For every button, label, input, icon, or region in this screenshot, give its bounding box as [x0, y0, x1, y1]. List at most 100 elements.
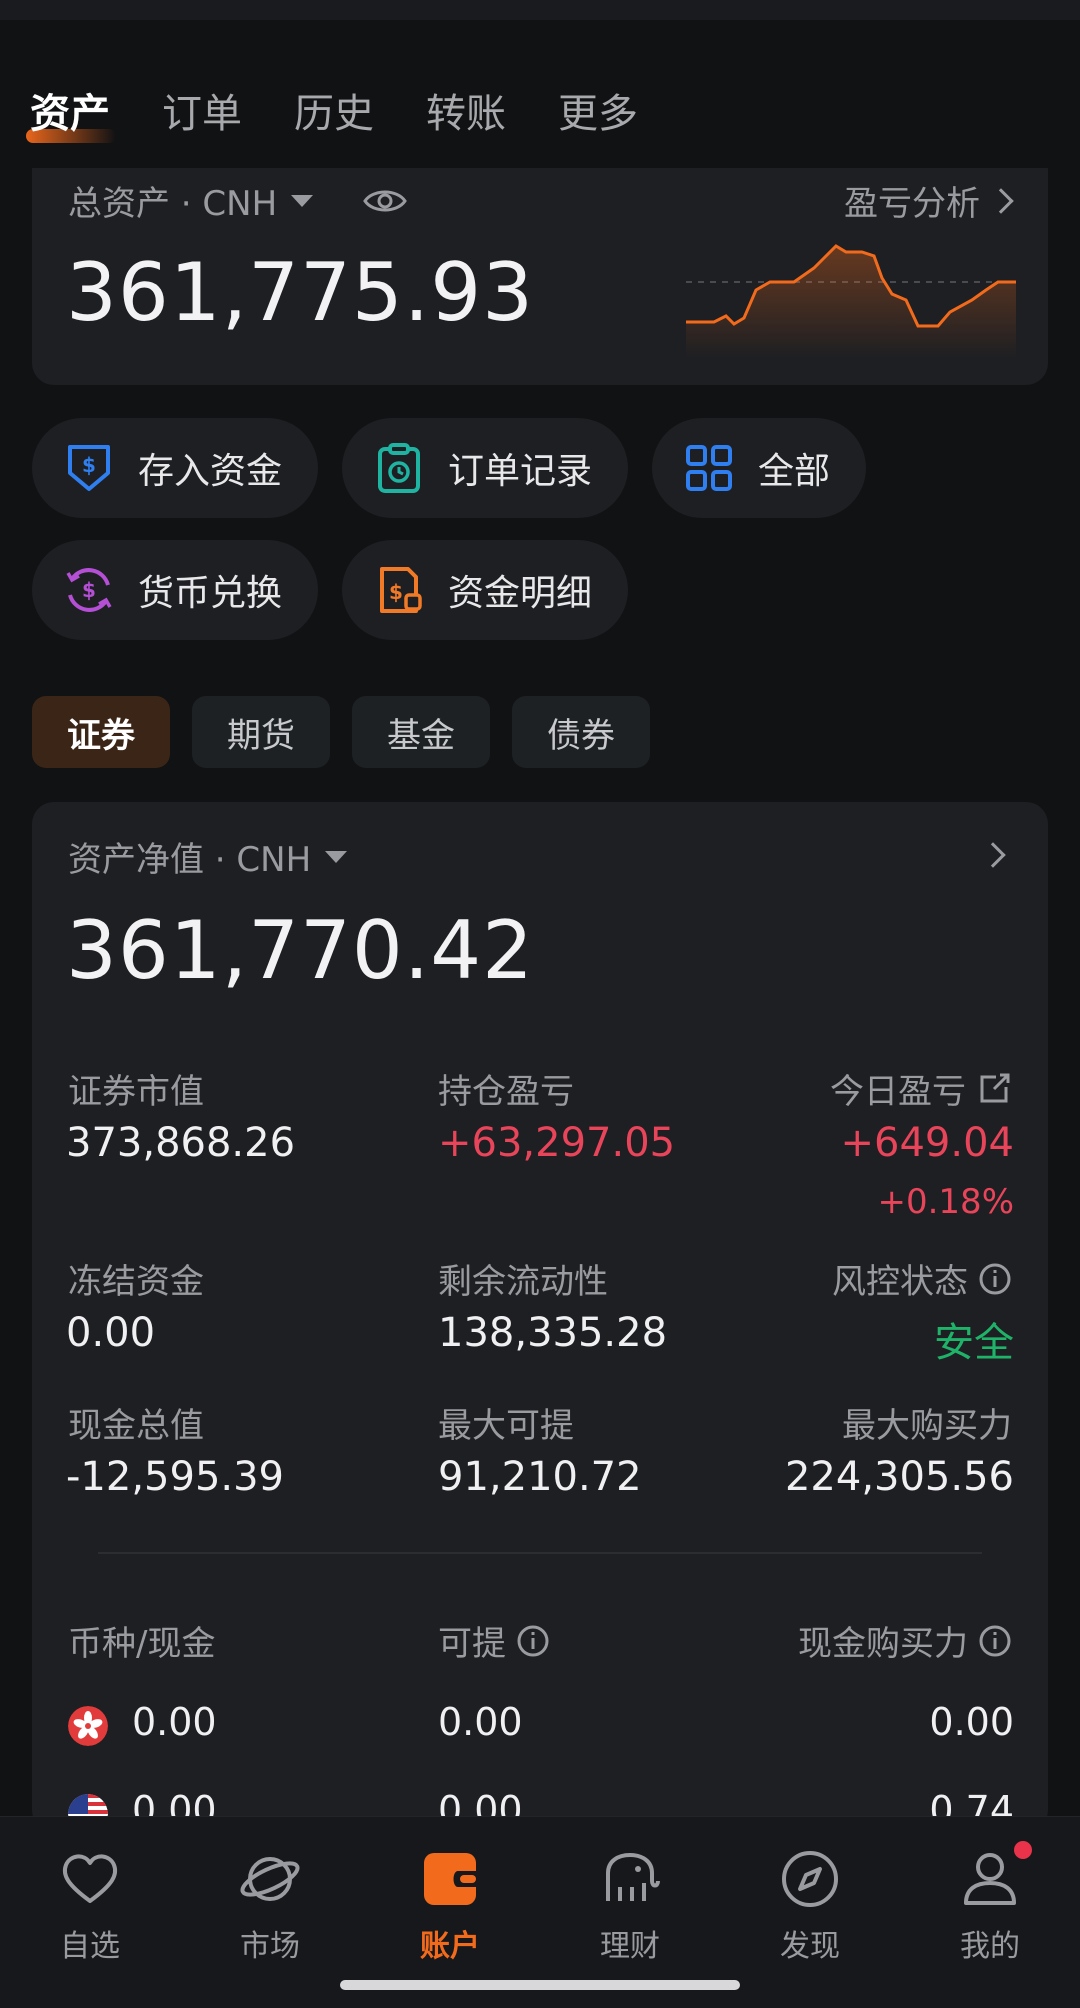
- cash-total-value: -12,595.39: [66, 1454, 285, 1500]
- nav-me[interactable]: 我的: [930, 1847, 1050, 1965]
- eye-icon[interactable]: [363, 186, 407, 216]
- planet-icon: [240, 1857, 300, 1901]
- nav-watchlist-label: 自选: [60, 1929, 120, 1964]
- info-icon: [517, 1625, 549, 1656]
- table-header-withdrawable-group[interactable]: 可提: [438, 1616, 550, 1665]
- deposit-label: 存入资金: [138, 451, 283, 492]
- fund-details-icon: $: [380, 567, 422, 613]
- net-asset-label: 资产净值 · CNH: [68, 840, 312, 880]
- frozen-funds-value: 0.00: [66, 1310, 156, 1356]
- caret-down-icon: [291, 194, 314, 207]
- max-buy-power-label: 最大购买力: [842, 1406, 1012, 1446]
- currency-exchange-icon: $: [66, 568, 112, 612]
- svg-text:$: $: [82, 578, 96, 602]
- asset-category-chips: 证券 期货 基金 债券: [32, 696, 650, 768]
- divider: [98, 1552, 982, 1554]
- net-asset-label-group[interactable]: 资产净值 · CNH: [68, 832, 348, 881]
- today-pl-label-group[interactable]: 今日盈亏: [830, 1064, 1012, 1113]
- liquidity-value: 138,335.28: [438, 1310, 668, 1356]
- total-assets-value: 361,775.93: [66, 246, 535, 339]
- info-icon: [979, 1263, 1011, 1294]
- chip-securities[interactable]: 证券: [32, 696, 170, 768]
- nav-market[interactable]: 市场: [210, 1847, 330, 1965]
- net-asset-value: 361,770.42: [66, 904, 535, 997]
- currency-exchange-button[interactable]: $ 货币兑换: [32, 540, 318, 640]
- top-tabs: 资产 订单 历史 转账 更多: [26, 70, 638, 150]
- table-header-currency: 币种/现金: [68, 1624, 216, 1664]
- svg-text:$: $: [389, 580, 403, 604]
- chip-funds[interactable]: 基金: [352, 696, 490, 768]
- tab-transfer[interactable]: 转账: [426, 81, 506, 139]
- max-withdraw-label: 最大可提: [438, 1406, 574, 1446]
- fund-details-label: 资金明细: [448, 573, 593, 614]
- fund-details-button[interactable]: $ 资金明细: [342, 540, 628, 640]
- today-pl-percent: +0.18%: [877, 1182, 1015, 1222]
- nav-me-label: 我的: [960, 1929, 1020, 1964]
- all-functions-label: 全部: [758, 451, 831, 492]
- tab-assets[interactable]: 资产: [26, 81, 116, 143]
- hk-flag-icon: [68, 1706, 108, 1746]
- cash-total-label: 现金总值: [68, 1406, 204, 1446]
- nav-watchlist[interactable]: 自选: [30, 1847, 150, 1965]
- nav-account-label: 账户: [420, 1929, 480, 1964]
- nav-account[interactable]: 账户: [390, 1847, 510, 1965]
- all-functions-button[interactable]: 全部: [652, 418, 866, 518]
- table-header-cash-buying-power-group[interactable]: 现金购买力: [798, 1616, 1012, 1665]
- risk-status-label-group[interactable]: 风控状态: [832, 1254, 1012, 1303]
- hkd-withdraw-value: 0.00: [438, 1700, 523, 1744]
- share-icon: [980, 1073, 1010, 1102]
- chip-futures[interactable]: 期货: [192, 696, 330, 768]
- wallet-icon: [424, 1853, 476, 1905]
- deposit-icon: $: [68, 445, 110, 491]
- max-withdraw-value: 91,210.72: [438, 1454, 642, 1500]
- order-records-label: 订单记录: [448, 451, 593, 492]
- today-pl-label: 今日盈亏: [830, 1072, 966, 1112]
- nav-wealth[interactable]: 理财: [570, 1847, 690, 1965]
- today-pl-value: +649.04: [840, 1120, 1014, 1166]
- pl-analysis-label: 盈亏分析: [844, 184, 980, 224]
- table-header-cash-buying-power: 现金购买力: [798, 1624, 968, 1664]
- risk-status-value: 安全: [934, 1320, 1014, 1366]
- status-bar: [0, 0, 1080, 20]
- tab-more[interactable]: 更多: [558, 81, 638, 139]
- grid-icon: [686, 445, 732, 491]
- elephant-icon: [606, 1853, 660, 1901]
- clipboard-clock-icon: [378, 443, 420, 493]
- net-asset-card: 资产净值 · CNH 361,770.42 证券市值 373,868.26 持仓…: [32, 802, 1048, 1832]
- user-icon: [964, 1853, 1016, 1905]
- hkd-buying-power-value: 0.00: [929, 1700, 1014, 1744]
- table-header-withdrawable: 可提: [438, 1624, 506, 1664]
- total-assets-card: 总资产 · CNH 盈亏分析 361,775.93: [32, 168, 1048, 385]
- svg-text:$: $: [82, 453, 96, 477]
- pl-analysis-link[interactable]: 盈亏分析: [844, 176, 1018, 225]
- liquidity-label: 剩余流动性: [438, 1262, 608, 1302]
- nav-wealth-label: 理财: [600, 1929, 660, 1964]
- risk-status-label: 风控状态: [832, 1262, 968, 1302]
- nav-discover-label: 发现: [780, 1929, 840, 1964]
- chevron-right-icon: [988, 187, 1014, 214]
- market-value-label: 证券市值: [68, 1072, 204, 1112]
- total-assets-label-group[interactable]: 总资产 · CNH: [68, 176, 407, 225]
- market-value: 373,868.26: [66, 1120, 296, 1166]
- caret-down-icon: [325, 850, 348, 863]
- total-assets-label: 总资产 · CNH: [68, 184, 278, 224]
- mini-trend-chart[interactable]: [686, 238, 1016, 358]
- chip-bonds[interactable]: 债券: [512, 696, 650, 768]
- nav-discover[interactable]: 发现: [750, 1847, 870, 1965]
- position-pl-value: +63,297.05: [438, 1120, 676, 1166]
- frozen-funds-label: 冻结资金: [68, 1262, 204, 1302]
- tab-orders[interactable]: 订单: [162, 81, 242, 139]
- nav-market-label: 市场: [240, 1929, 300, 1964]
- heart-icon: [62, 1854, 118, 1903]
- hkd-cash-value: 0.00: [132, 1700, 217, 1744]
- info-icon: [979, 1625, 1011, 1656]
- position-pl-label: 持仓盈亏: [438, 1072, 574, 1112]
- home-indicator[interactable]: [340, 1980, 740, 1990]
- currency-exchange-label: 货币兑换: [138, 573, 283, 614]
- order-records-button[interactable]: 订单记录: [342, 418, 628, 518]
- tab-history[interactable]: 历史: [294, 81, 374, 139]
- deposit-button[interactable]: $ 存入资金: [32, 418, 318, 518]
- chevron-right-icon[interactable]: [980, 842, 1006, 868]
- compass-icon: [782, 1851, 838, 1907]
- notification-badge: [1014, 1841, 1032, 1859]
